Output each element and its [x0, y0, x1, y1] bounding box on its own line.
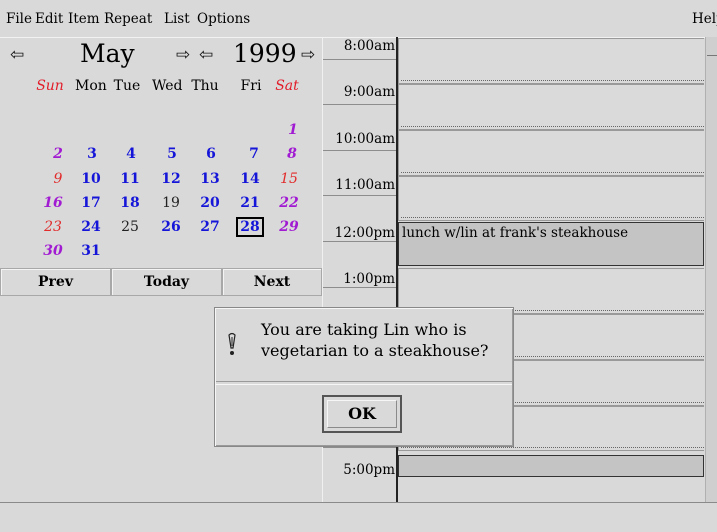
dialog-message-line: vegetarian to a steakhouse? — [261, 341, 489, 360]
weekday-header: Mon — [75, 78, 107, 94]
calendar-day[interactable]: 15 — [275, 171, 303, 187]
calendar-day[interactable]: 23 — [39, 219, 67, 235]
time-label: 10:00am — [335, 131, 395, 147]
year-label: 1999 — [233, 39, 297, 68]
menu-options[interactable]: Options — [197, 11, 250, 27]
weekday-header: Sat — [275, 78, 299, 94]
weekday-header: Wed — [152, 78, 183, 94]
weekday-header: Tue — [113, 78, 141, 94]
calendar-day[interactable]: 13 — [196, 171, 224, 187]
month-label: May — [80, 39, 135, 68]
time-label: 9:00am — [343, 84, 395, 100]
calendar-day[interactable]: 8 — [278, 146, 306, 162]
scroll-up-arrow-icon[interactable] — [707, 37, 717, 56]
time-label: 5:00pm — [343, 462, 395, 478]
slot-8am[interactable] — [398, 38, 704, 84]
calendar-day[interactable]: 29 — [275, 219, 303, 235]
calendar-day[interactable]: 24 — [77, 219, 105, 235]
calendar-day[interactable]: 20 — [196, 195, 224, 211]
calendar-day[interactable]: 3 — [78, 146, 106, 162]
calendar-day[interactable]: 16 — [39, 195, 67, 211]
next-month-arrow-icon[interactable]: ⇨ — [176, 45, 190, 65]
dialog-separator — [216, 381, 512, 385]
menu-help[interactable]: Help — [692, 11, 717, 27]
calendar-day[interactable]: 25 — [116, 219, 144, 235]
scrollbar[interactable] — [705, 37, 717, 502]
prev-button[interactable]: Prev — [0, 268, 111, 296]
selected-calendar-day[interactable]: 28 — [236, 217, 264, 237]
next-button[interactable]: Next — [222, 268, 322, 296]
calendar-day[interactable]: 12 — [157, 171, 185, 187]
time-divider — [323, 59, 398, 60]
prev-year-arrow-icon[interactable]: ⇦ — [199, 45, 213, 65]
menu-list[interactable]: List — [164, 11, 190, 27]
calendar-day[interactable]: 6 — [197, 146, 225, 162]
exclamation-icon — [228, 332, 236, 355]
calendar-day[interactable]: 10 — [77, 171, 105, 187]
calendar-day[interactable]: 5 — [158, 146, 186, 162]
calendar-day[interactable]: 4 — [117, 146, 145, 162]
time-divider — [323, 150, 398, 151]
calendar-day[interactable]: 22 — [275, 195, 303, 211]
calendar-day[interactable]: 9 — [44, 171, 72, 187]
calendar-day[interactable]: 2 — [44, 146, 72, 162]
time-label: 12:00pm — [334, 225, 395, 241]
month-year-navigation: ⇦ May ⇨ ⇦ 1999 ⇨ — [0, 37, 322, 73]
calendar-day[interactable]: 30 — [39, 243, 67, 259]
time-divider — [323, 287, 398, 288]
calendar-day[interactable]: 26 — [157, 219, 185, 235]
dialog-message-line: You are taking Lin who is — [261, 320, 467, 339]
weekday-header: Thu — [191, 78, 219, 94]
weekday-header: Fri — [240, 78, 262, 94]
prev-month-arrow-icon[interactable]: ⇦ — [10, 45, 24, 65]
calendar-day[interactable]: 1 — [279, 122, 307, 138]
next-year-arrow-icon[interactable]: ⇨ — [301, 45, 315, 65]
time-divider — [323, 447, 398, 448]
calendar-day[interactable]: 18 — [116, 195, 144, 211]
alert-dialog: You are taking Lin who is vegetarian to … — [214, 307, 514, 447]
calendar-day[interactable]: 19 — [157, 195, 185, 211]
calendar-day[interactable]: 31 — [77, 243, 105, 259]
appointment-event[interactable]: lunch w/lin at frank's steakhouse — [398, 222, 704, 266]
ok-button-label: OK — [327, 400, 397, 428]
calendar-day[interactable]: 27 — [196, 219, 224, 235]
slot-10am[interactable] — [398, 130, 704, 176]
time-divider — [323, 104, 398, 105]
dialog-message: You are taking Lin who is vegetarian to … — [261, 319, 501, 361]
calendar-nav-buttons: Prev Today Next — [0, 268, 322, 296]
status-bar — [0, 502, 717, 532]
calendar-day[interactable]: 11 — [116, 171, 144, 187]
slot-5pm-event[interactable] — [398, 455, 704, 477]
today-button[interactable]: Today — [111, 268, 222, 296]
menu-repeat[interactable]: Repeat — [104, 11, 152, 27]
time-divider — [323, 241, 398, 242]
time-label: 8:00am — [343, 38, 395, 54]
time-label: 11:00am — [335, 177, 395, 193]
time-label: 1:00pm — [343, 271, 395, 287]
calendar-day[interactable]: 14 — [236, 171, 264, 187]
weekday-header: Sun — [36, 78, 64, 94]
menu-item[interactable]: Item — [68, 11, 100, 27]
calendar-day[interactable]: 7 — [240, 146, 268, 162]
menu-bar: File Edit Item Repeat List Options Help — [0, 0, 717, 38]
slot-11am[interactable] — [398, 176, 704, 221]
ok-button[interactable]: OK — [322, 395, 402, 433]
calendar-day[interactable]: 17 — [77, 195, 105, 211]
calendar-day[interactable]: 21 — [236, 195, 264, 211]
slot-9am[interactable] — [398, 84, 704, 130]
time-divider — [323, 195, 398, 196]
menu-file[interactable]: File — [6, 11, 32, 27]
menu-edit[interactable]: Edit — [35, 11, 63, 27]
